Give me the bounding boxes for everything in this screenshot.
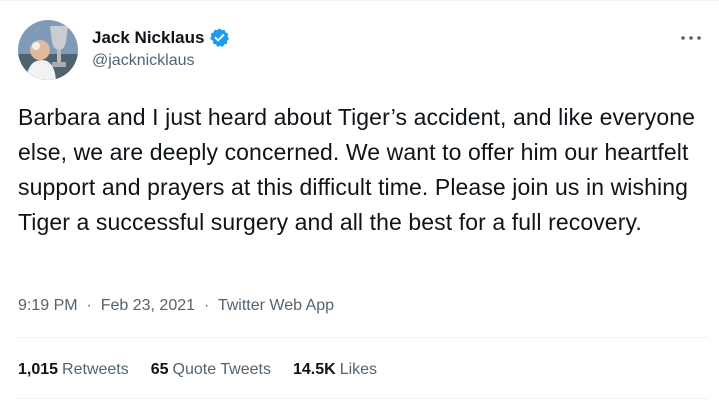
quote-tweets-label: Quote Tweets — [172, 361, 271, 378]
engagement-stats: 1,015 Retweets 65 Quote Tweets 14.5K Likes — [18, 361, 399, 379]
meta-dot: · — [82, 297, 97, 314]
author-handle[interactable]: @jacknicklaus — [92, 52, 195, 70]
verified-badge-icon — [209, 27, 230, 48]
top-divider — [0, 0, 719, 1]
retweets-stat[interactable]: 1,015 Retweets — [18, 361, 129, 379]
meta-dot: · — [199, 297, 214, 314]
quote-tweets-stat[interactable]: 65 Quote Tweets — [151, 361, 271, 379]
tweet-text: Barbara and I just heard about Tiger’s a… — [18, 104, 696, 235]
likes-count: 14.5K — [292, 361, 336, 378]
tweet-time[interactable]: 9:19 PM — [18, 297, 78, 314]
author-row: Jack Nicklaus — [92, 27, 230, 48]
retweets-label: Retweets — [62, 361, 129, 378]
avatar[interactable] — [18, 20, 78, 80]
quote-tweets-count: 65 — [150, 361, 169, 378]
retweets-count: 1,015 — [18, 361, 59, 378]
tweet-card: Jack Nicklaus @jacknicklaus Barbara and … — [0, 0, 719, 406]
tweet-meta: 9:19 PM · Feb 23, 2021 · Twitter Web App — [18, 297, 334, 315]
tweet-source[interactable]: Twitter Web App — [218, 297, 334, 314]
more-horizontal-icon[interactable] — [679, 30, 703, 40]
author-name[interactable]: Jack Nicklaus — [92, 28, 204, 48]
divider — [18, 398, 708, 399]
divider — [18, 337, 708, 338]
likes-label: Likes — [339, 361, 378, 378]
likes-stat[interactable]: 14.5K Likes — [293, 361, 377, 379]
avatar-image — [18, 20, 78, 80]
tweet-date[interactable]: Feb 23, 2021 — [101, 297, 195, 314]
